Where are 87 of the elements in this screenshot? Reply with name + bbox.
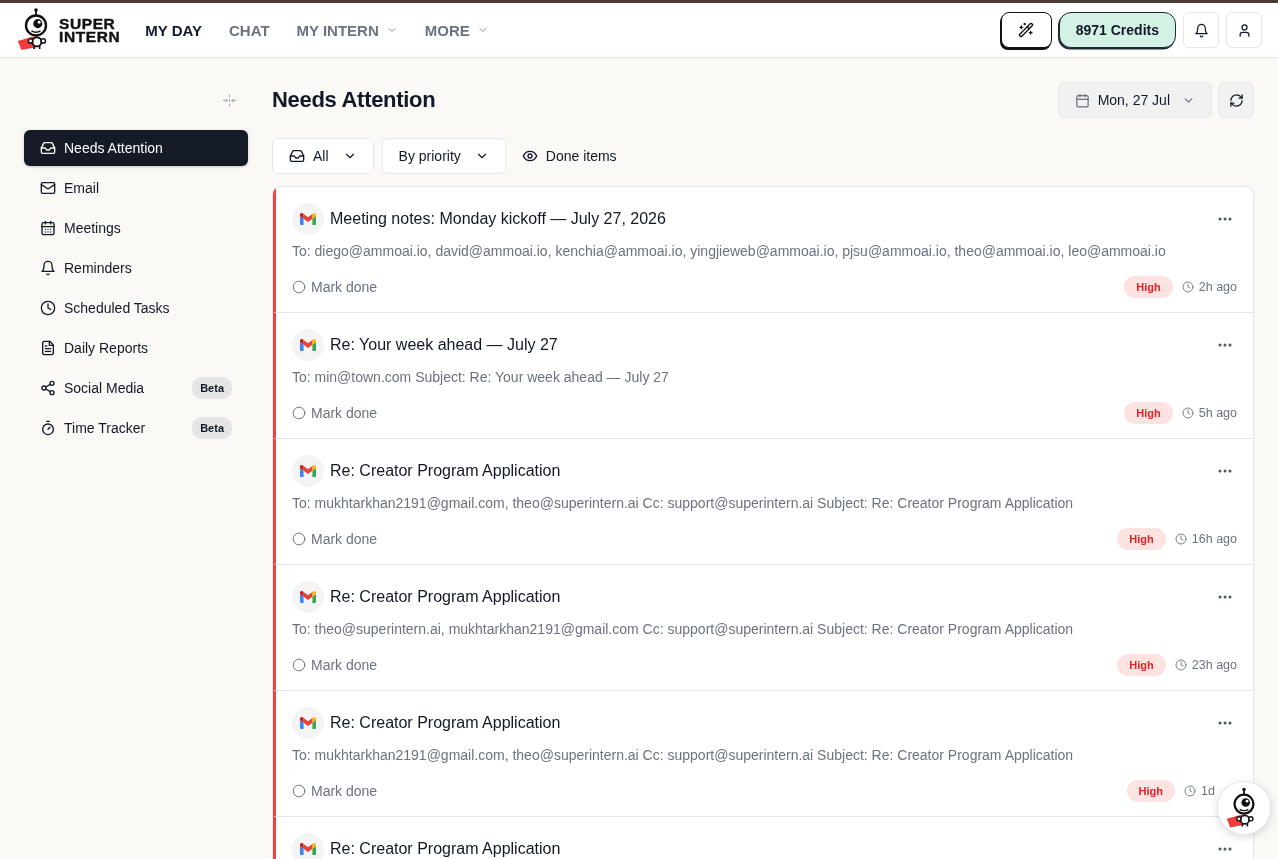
card-title: Re: Creator Program Application: [330, 462, 561, 480]
mail-logo-icon: [292, 707, 324, 739]
calendar-icon: [1074, 92, 1090, 108]
card-title: Re: Creator Program Application: [330, 588, 561, 606]
nav-tab[interactable]: MY INTERN: [296, 14, 398, 46]
mark-done-button[interactable]: Mark done: [292, 657, 378, 673]
attention-card[interactable]: Re: Creator Program Application To: mukhtarkhan2191@gmail.com, theo@superintern.ai Cc: support@superintern.ai Subject: Re: Creator Program Application Mark done High 16h ago: [273, 439, 1253, 565]
clock-icon: [1174, 533, 1187, 545]
notifications-button[interactable]: [1183, 12, 1219, 48]
bell-icon: [40, 260, 56, 276]
refresh-button[interactable]: [1218, 82, 1254, 118]
more-icon: [1218, 595, 1232, 599]
priority-badge: High: [1124, 402, 1173, 424]
refresh-icon: [1228, 92, 1244, 108]
attention-card[interactable]: Re: Creator Program Application To: theo@superintern.ai, mukhtarkhan2191@gmail.com Cc: support@superintern.ai Subject: Re: Creator Program Application Mark done High 23h ago: [273, 565, 1253, 691]
card-recipients: To: mukhtarkhan2191@gmail.com, theo@superintern.ai Cc: support@superintern.ai Subject: Re: Creator Program Application: [292, 746, 1075, 765]
time-ago: 23h ago: [1191, 658, 1237, 672]
sidebar-item[interactable]: Daily Reports: [24, 330, 248, 366]
filter-dropdown[interactable]: All: [272, 138, 374, 174]
more-icon: [1218, 847, 1232, 851]
mail-logo-icon: [292, 329, 324, 361]
card-title: Re: Creator Program Application: [330, 714, 561, 732]
mail-icon: [40, 180, 56, 196]
mark-done-button[interactable]: Mark done: [292, 531, 378, 547]
time-ago: 16h ago: [1191, 532, 1237, 546]
more-icon: [1218, 469, 1232, 473]
nav-tab[interactable]: MORE: [424, 14, 489, 46]
mail-logo-icon: [292, 581, 324, 613]
attention-card[interactable]: Meeting notes: Monday kickoff — July 27, 2026 To: diego@ammoai.io, david@ammoai.io, kenchia@ammoai.io, yingjieweb@ammoai.io, pjsu@ammoai.io, theo@ammoai.io, leo@ammoai.io Mark done High 2h ago: [273, 187, 1253, 313]
sidebar-item[interactable]: Meetings: [24, 210, 248, 246]
sidebar-item[interactable]: Email: [24, 170, 248, 206]
bell-icon: [1193, 22, 1209, 38]
beta-badge: Beta: [192, 377, 232, 399]
clock-icon: [40, 300, 56, 316]
time-ago: 5h ago: [1198, 406, 1237, 420]
profile-button[interactable]: [1226, 12, 1262, 48]
card-recipients: To: min@town.com Subject: Re: Your week ahead — July 27: [292, 368, 670, 387]
collapse-icon: [222, 92, 237, 108]
clock-icon: [1181, 407, 1194, 419]
document-icon: [40, 340, 56, 356]
mark-done-button[interactable]: Mark done: [292, 783, 378, 799]
card-title: Re: Your week ahead — July 27: [330, 336, 558, 354]
mail-logo-icon: [292, 203, 324, 235]
priority-badge: High: [1117, 528, 1166, 550]
done-items-toggle[interactable]: Done items: [513, 138, 625, 174]
clock-icon: [1174, 659, 1187, 671]
date-picker-button[interactable]: Mon, 27 Jul: [1057, 82, 1212, 118]
more-icon: [1218, 721, 1232, 725]
mark-done-button[interactable]: Mark done: [292, 279, 378, 295]
credits-button[interactable]: 8971 Credits: [1058, 12, 1176, 48]
inbox-icon: [40, 140, 56, 156]
card-recipients: To: theo@superintern.ai, mukhtarkhan2191@gmail.com Cc: support@superintern.ai Subject: Re: Creator Program Application: [292, 620, 1075, 639]
attention-card[interactable]: Re: Your week ahead — July 27 To: min@town.com Subject: Re: Your week ahead — July 27 Mark done High 5h ago: [273, 313, 1253, 439]
card-title: Meeting notes: Monday kickoff — July 27, 2026: [330, 210, 666, 228]
sidebar-item[interactable]: Reminders: [24, 250, 248, 286]
user-icon: [1236, 22, 1252, 38]
card-recipients: To: diego@ammoai.io, david@ammoai.io, kenchia@ammoai.io, yingjieweb@ammoai.io, pjsu@ammoai.io, theo@ammoai.io, leo@ammoai.io: [292, 242, 1167, 261]
stopwatch-icon: [40, 420, 56, 436]
share-icon: [40, 380, 56, 396]
priority-badge: High: [1117, 654, 1166, 676]
inbox-icon: [289, 148, 305, 164]
magic-wand-icon: [1018, 22, 1035, 38]
sort-dropdown[interactable]: By priority: [381, 138, 506, 174]
calendar-icon: [40, 220, 56, 236]
eye-icon: [521, 148, 538, 164]
page-title: Needs Attention: [272, 87, 436, 113]
nav-tab[interactable]: MY DAY: [145, 14, 202, 46]
more-icon: [1218, 343, 1232, 347]
time-ago: 2h ago: [1198, 280, 1237, 294]
mail-logo-icon: [292, 455, 324, 487]
nav-tab[interactable]: CHAT: [229, 14, 270, 46]
card-title: Re: Creator Program Application: [330, 840, 561, 858]
beta-badge: Beta: [192, 417, 232, 439]
mark-done-button[interactable]: Mark done: [292, 405, 378, 421]
sidebar-item[interactable]: Needs Attention: [24, 130, 248, 166]
sidebar-item[interactable]: Social Media Beta: [24, 370, 248, 406]
magic-wand-button[interactable]: [1000, 12, 1052, 48]
clock-icon: [1184, 785, 1196, 797]
logo-wordmark: SUPER INTERN: [59, 17, 121, 43]
sidebar-item[interactable]: Scheduled Tasks: [24, 290, 248, 326]
priority-badge: High: [1124, 276, 1173, 298]
clock-icon: [1181, 281, 1194, 293]
more-icon: [1218, 217, 1232, 221]
card-recipients: To: mukhtarkhan2191@gmail.com, theo@superintern.ai Cc: support@superintern.ai Subject: Re: Creator Program Application: [292, 494, 1075, 513]
priority-badge: High: [1126, 780, 1175, 802]
time-ago: 1d: [1201, 784, 1216, 798]
sidebar-item[interactable]: Time Tracker Beta: [24, 410, 248, 446]
